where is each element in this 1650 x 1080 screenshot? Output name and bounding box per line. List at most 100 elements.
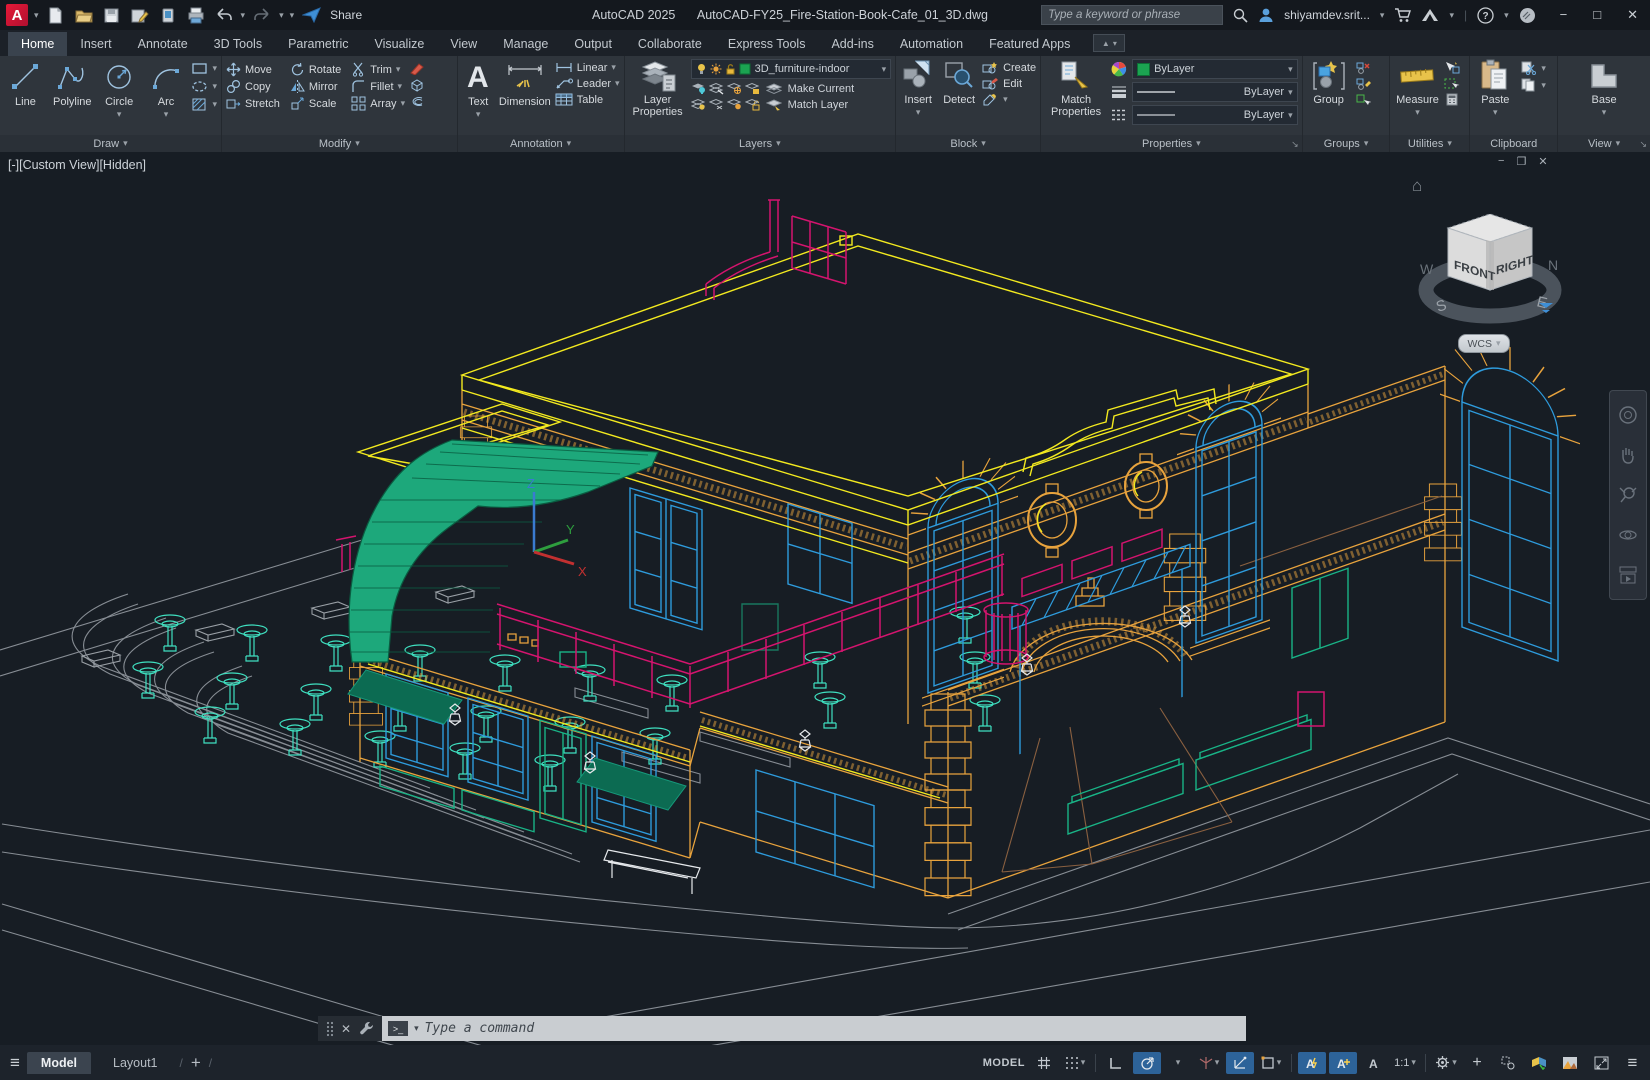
redo-caret-icon[interactable]: ▾ bbox=[279, 10, 284, 21]
text-button[interactable]: A Text▾ bbox=[462, 59, 495, 120]
autodesk-caret-icon[interactable]: ▾ bbox=[1449, 10, 1454, 21]
zoom-extents-icon[interactable] bbox=[1617, 484, 1639, 506]
ribbon-collapse-button[interactable]: ▲▾ bbox=[1093, 34, 1125, 52]
undo-caret-icon[interactable]: ▾ bbox=[241, 10, 246, 21]
rectangle-button[interactable]: ▾ bbox=[191, 61, 217, 76]
tab-insert[interactable]: Insert bbox=[67, 32, 124, 56]
tab-view[interactable]: View bbox=[437, 32, 490, 56]
new-layout-button[interactable]: + bbox=[191, 1053, 201, 1073]
account-caret-icon[interactable]: ▾ bbox=[1380, 10, 1385, 21]
object-snap-tracking-toggle[interactable] bbox=[1226, 1052, 1254, 1074]
quick-calc-select-button[interactable] bbox=[1444, 77, 1460, 90]
tab-parametric[interactable]: Parametric bbox=[275, 32, 361, 56]
panel-label-annotation[interactable]: Annotation▾ bbox=[458, 135, 624, 152]
line-button[interactable]: Line bbox=[4, 59, 47, 108]
share-label[interactable]: Share bbox=[330, 8, 362, 22]
insert-button[interactable]: Insert▾ bbox=[900, 59, 936, 118]
copy-button[interactable]: Copy bbox=[226, 79, 280, 94]
close-button[interactable]: ✕ bbox=[1627, 7, 1638, 23]
app-menu-caret-icon[interactable]: ▾ bbox=[34, 10, 39, 21]
tab-annotate[interactable]: Annotate bbox=[125, 32, 201, 56]
command-palette[interactable]: ✕ >_ ▾ Type a command bbox=[318, 1016, 1246, 1041]
copy-clip-button[interactable]: ▾ bbox=[1520, 78, 1546, 92]
annotation-monitor-plus[interactable]: + bbox=[1463, 1052, 1491, 1074]
command-recent-caret-icon[interactable]: ▾ bbox=[414, 1023, 419, 1034]
properties-launcher-icon[interactable]: ↘ bbox=[1291, 139, 1299, 150]
polyline-button[interactable]: Polyline bbox=[51, 59, 94, 108]
plot-icon[interactable] bbox=[157, 4, 179, 26]
layout-menu-icon[interactable]: ≡ bbox=[10, 1053, 19, 1073]
circle-button[interactable]: Circle▾ bbox=[98, 59, 141, 120]
group-edit-button[interactable] bbox=[1355, 77, 1371, 90]
explode-button[interactable] bbox=[409, 78, 425, 92]
view-launcher-icon[interactable]: ↘ bbox=[1639, 139, 1647, 150]
isolate-objects-toggle[interactable] bbox=[1494, 1052, 1522, 1074]
command-cli-icon[interactable]: >_ bbox=[388, 1021, 408, 1036]
pan-hand-icon[interactable] bbox=[1617, 444, 1639, 466]
print-icon[interactable] bbox=[185, 4, 207, 26]
group-selection-button[interactable] bbox=[1355, 93, 1371, 106]
make-current-button[interactable]: Make Current bbox=[788, 83, 855, 95]
search-icon[interactable] bbox=[1233, 8, 1248, 23]
base-button[interactable]: Base▾ bbox=[1580, 59, 1628, 118]
erase-button[interactable] bbox=[409, 61, 425, 75]
workspace-switching-gear[interactable]: ▾ bbox=[1432, 1052, 1460, 1074]
trim-button[interactable]: Trim▾ bbox=[351, 62, 405, 77]
ellipse-button[interactable]: ▾ bbox=[191, 79, 217, 94]
linear-button[interactable]: Linear▾ bbox=[555, 61, 620, 74]
quick-access-customize-icon[interactable]: ▾ bbox=[290, 10, 295, 21]
tab-3d-tools[interactable]: 3D Tools bbox=[201, 32, 275, 56]
panel-label-draw[interactable]: Draw▾ bbox=[0, 135, 221, 152]
tab-collaborate[interactable]: Collaborate bbox=[625, 32, 715, 56]
tab-automation[interactable]: Automation bbox=[887, 32, 976, 56]
panel-label-groups[interactable]: Groups▾ bbox=[1303, 135, 1390, 152]
annotation-autoscale-toggle[interactable]: A bbox=[1329, 1052, 1357, 1074]
snap-mode-toggle[interactable]: ▾ bbox=[1061, 1052, 1089, 1074]
save-as-icon[interactable] bbox=[129, 4, 151, 26]
group-button[interactable]: Group bbox=[1307, 59, 1351, 106]
quick-select-button[interactable] bbox=[1444, 61, 1460, 74]
panel-label-block[interactable]: Block▾ bbox=[896, 135, 1040, 152]
dimension-button[interactable]: Dimension bbox=[499, 59, 551, 108]
orbit-icon[interactable] bbox=[1617, 524, 1639, 546]
graphics-performance-badge[interactable] bbox=[1525, 1052, 1553, 1074]
table-button[interactable]: Table bbox=[555, 93, 620, 106]
cart-icon[interactable] bbox=[1394, 8, 1411, 23]
edit-attributes-button[interactable]: ▾ bbox=[982, 93, 1036, 106]
model-tab[interactable]: Model bbox=[27, 1052, 91, 1074]
tab-manage[interactable]: Manage bbox=[490, 32, 561, 56]
autocad-logo-icon[interactable]: A bbox=[6, 4, 28, 26]
offset-button[interactable] bbox=[409, 95, 425, 109]
linetype-combo[interactable]: ByLayer▾ bbox=[1132, 105, 1298, 125]
panel-label-layers[interactable]: Layers▾ bbox=[625, 135, 896, 152]
viewport-controls-label[interactable]: [-][Custom View][Hidden] bbox=[8, 158, 146, 172]
object-color-combo[interactable]: ByLayer▾ bbox=[1132, 59, 1298, 79]
hardware-acceleration-badge[interactable] bbox=[1556, 1052, 1584, 1074]
help-icon[interactable]: ? bbox=[1477, 7, 1494, 24]
detect-button[interactable]: Detect bbox=[940, 59, 978, 106]
undo-icon[interactable] bbox=[213, 4, 235, 26]
ungroup-button[interactable] bbox=[1355, 61, 1371, 74]
hatch-button[interactable]: ▾ bbox=[191, 97, 217, 112]
layer-select-combo[interactable]: 3D_furniture-indoor ▾ bbox=[691, 59, 892, 79]
command-customize-wrench-icon[interactable] bbox=[359, 1021, 374, 1036]
object-snap-toggle[interactable]: ▾ bbox=[1257, 1052, 1285, 1074]
navigation-wheel-icon[interactable] bbox=[1617, 404, 1639, 426]
layer-properties-button[interactable]: Layer Properties bbox=[629, 59, 687, 118]
annotation-scale-value[interactable]: 1:1▾ bbox=[1391, 1052, 1419, 1074]
calculator-button[interactable] bbox=[1444, 93, 1460, 106]
isometric-drafting-toggle[interactable]: ▾ bbox=[1195, 1052, 1223, 1074]
annotation-visibility-toggle[interactable]: A bbox=[1298, 1052, 1326, 1074]
cut-button[interactable]: ▾ bbox=[1520, 61, 1546, 75]
panel-label-properties[interactable]: Properties▾ bbox=[1041, 135, 1302, 152]
showmotion-icon[interactable] bbox=[1617, 564, 1639, 586]
command-drag-handle[interactable] bbox=[326, 1021, 333, 1037]
move-button[interactable]: Move bbox=[226, 62, 280, 77]
scale-button[interactable]: Scale bbox=[290, 96, 341, 111]
polar-tracking-toggle[interactable] bbox=[1133, 1052, 1161, 1074]
mirror-button[interactable]: Mirror bbox=[290, 79, 341, 94]
viewport-restore-icon[interactable]: ❐ bbox=[1516, 155, 1526, 168]
tab-add-ins[interactable]: Add-ins bbox=[818, 32, 886, 56]
match-properties-button[interactable]: Match Properties bbox=[1045, 59, 1107, 118]
clean-screen-toggle[interactable] bbox=[1587, 1052, 1615, 1074]
